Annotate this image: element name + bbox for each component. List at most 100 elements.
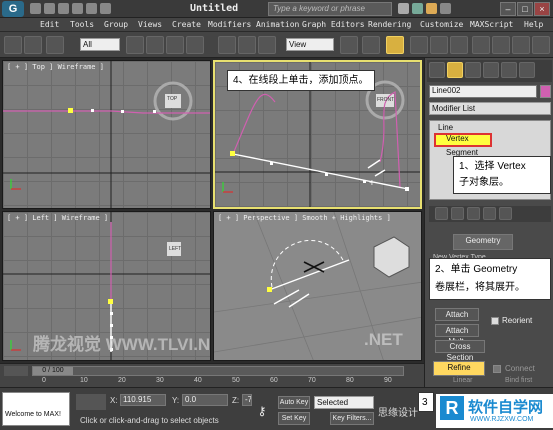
modify-tab-icon[interactable]	[447, 62, 463, 78]
key-mode-dropdown[interactable]: Selected	[314, 396, 374, 409]
favorites-star-icon[interactable]	[426, 3, 437, 14]
maxscript-listener[interactable]: Welcome to MAX!	[2, 392, 70, 426]
search-input[interactable]: Type a keyword or phrase	[268, 2, 392, 16]
manipulate-icon[interactable]	[362, 36, 380, 54]
search-icon[interactable]	[398, 3, 409, 14]
render-icon[interactable]	[532, 36, 550, 54]
tick-label: 50	[232, 377, 240, 384]
utilities-tab-icon[interactable]	[519, 62, 535, 78]
menu-modifiers[interactable]: Modifiers	[208, 20, 251, 29]
menu-edit[interactable]: Edit	[40, 20, 59, 29]
snaps-toggle-icon[interactable]	[410, 36, 428, 54]
set-key-button[interactable]: Set Key	[278, 412, 310, 425]
hierarchy-tab-icon[interactable]	[465, 62, 481, 78]
auto-key-button[interactable]: Auto Key	[278, 396, 310, 409]
modifier-list-dropdown[interactable]: Modifier List	[429, 102, 551, 115]
save-file-icon[interactable]	[58, 3, 69, 14]
time-slider-thumb[interactable]: 0 / 100	[33, 367, 73, 375]
menu-help[interactable]: Help	[524, 20, 543, 29]
viewport-top[interactable]: [ + ] Top ] Wireframe ] TOP	[2, 60, 211, 209]
scale-icon[interactable]	[258, 36, 276, 54]
configure-sets-icon[interactable]	[499, 207, 512, 220]
window-crossing-icon[interactable]	[186, 36, 204, 54]
selection-lock-icon[interactable]	[76, 394, 106, 410]
select-object-icon[interactable]	[126, 36, 144, 54]
rectangular-selection-icon[interactable]	[166, 36, 184, 54]
main-toolbar: All View	[0, 32, 553, 58]
key-icon[interactable]: ⚷	[250, 404, 274, 418]
app-logo-icon[interactable]: G	[2, 1, 24, 17]
viewcube-label: FRONT	[377, 97, 395, 103]
cross-section-button[interactable]: Cross Section	[435, 340, 485, 362]
keyboard-shortcut-override-icon[interactable]	[386, 36, 404, 54]
connect-checkbox[interactable]	[493, 365, 501, 373]
y-coordinate-field[interactable]: 0.0	[182, 394, 228, 406]
viewport-perspective[interactable]: [ + ] Perspective ] Smooth + Highlights …	[213, 211, 422, 361]
viewport-front[interactable]: + FRONT 4、在线段上单击，添加顶点。	[213, 60, 422, 209]
timeline-ruler: 0 10 20 30 40 50 60 70 80 90	[32, 377, 404, 387]
menu-group[interactable]: Group	[104, 20, 128, 29]
info-center-icon[interactable]	[412, 3, 423, 14]
minimize-button[interactable]: –	[500, 2, 516, 16]
motion-tab-icon[interactable]	[483, 62, 499, 78]
attach-mult-button[interactable]: Attach Mult.	[435, 324, 479, 346]
stack-item-line[interactable]: Line	[438, 123, 453, 132]
command-panel: Line002 Modifier List Line Vertex Segmen…	[424, 58, 553, 363]
attach-button[interactable]: Attach	[435, 308, 479, 321]
angle-snap-icon[interactable]	[430, 36, 448, 54]
show-end-result-icon[interactable]	[451, 207, 464, 220]
panel-refine-row: Refine Connect Linear Bind first	[424, 361, 553, 387]
menu-maxscript[interactable]: MAXScript	[470, 20, 513, 29]
remove-modifier-icon[interactable]	[483, 207, 496, 220]
rotate-icon[interactable]	[238, 36, 256, 54]
refine-button[interactable]: Refine	[433, 361, 485, 376]
menu-graph-editors[interactable]: Graph Editors	[302, 20, 365, 29]
timeline: 0 / 100 0 10 20 30 40 50 60 70 80 90	[0, 363, 424, 387]
close-button[interactable]: ×	[534, 2, 550, 16]
site-logo-icon: R	[440, 396, 464, 420]
menu-animation[interactable]: Animation	[256, 20, 299, 29]
mirror-icon[interactable]	[472, 36, 490, 54]
x-coordinate-field[interactable]: 110.915	[120, 394, 166, 406]
reorient-checkbox[interactable]	[491, 317, 499, 325]
undo-icon[interactable]	[72, 3, 83, 14]
selection-filter-dropdown[interactable]: All	[80, 38, 120, 51]
time-slider[interactable]: 0 / 100	[32, 366, 404, 376]
create-tab-icon[interactable]	[429, 62, 445, 78]
help-icon[interactable]	[440, 3, 451, 14]
undo-icon[interactable]	[4, 36, 22, 54]
pivot-center-icon[interactable]	[340, 36, 358, 54]
reference-coordinate-dropdown[interactable]: View	[286, 38, 334, 51]
tick-label: 20	[118, 377, 126, 384]
callout-step2: 2、单击 Geometry 卷展栏，将其展开。	[429, 258, 551, 300]
object-color-swatch[interactable]	[540, 85, 551, 98]
menu-tools[interactable]: Tools	[70, 20, 94, 29]
menu-views[interactable]: Views	[138, 20, 162, 29]
render-setup-icon[interactable]	[512, 36, 530, 54]
viewport-left[interactable]: [ + ] Left ] Wireframe ] LEFT 腾龙视觉 WWW.T…	[2, 211, 211, 361]
geometry-rollout-button[interactable]: Geometry	[453, 234, 513, 250]
menu-customize[interactable]: Customize	[420, 20, 463, 29]
object-name-field[interactable]: Line002	[429, 85, 537, 98]
menu-rendering[interactable]: Rendering	[368, 20, 411, 29]
make-unique-icon[interactable]	[467, 207, 480, 220]
timeline-slider-track[interactable]	[4, 366, 28, 376]
align-icon[interactable]	[492, 36, 510, 54]
pin-stack-icon[interactable]	[435, 207, 448, 220]
percent-snap-icon[interactable]	[450, 36, 468, 54]
tick-label: 40	[194, 377, 202, 384]
open-file-icon[interactable]	[44, 3, 55, 14]
menu-bar: Edit Tools Group Views Create Modifiers …	[0, 18, 553, 32]
menu-create[interactable]: Create	[172, 20, 201, 29]
redo-icon[interactable]	[24, 36, 42, 54]
redo-icon[interactable]	[86, 3, 97, 14]
new-file-icon[interactable]	[30, 3, 41, 14]
project-folder-icon[interactable]	[100, 3, 111, 14]
maximize-button[interactable]: □	[517, 2, 533, 16]
display-tab-icon[interactable]	[501, 62, 517, 78]
move-icon[interactable]	[218, 36, 236, 54]
key-filters-button[interactable]: Key Filters...	[330, 412, 374, 425]
select-by-name-icon[interactable]	[146, 36, 164, 54]
select-and-link-icon[interactable]	[46, 36, 64, 54]
stack-item-vertex[interactable]: Vertex	[446, 134, 469, 143]
